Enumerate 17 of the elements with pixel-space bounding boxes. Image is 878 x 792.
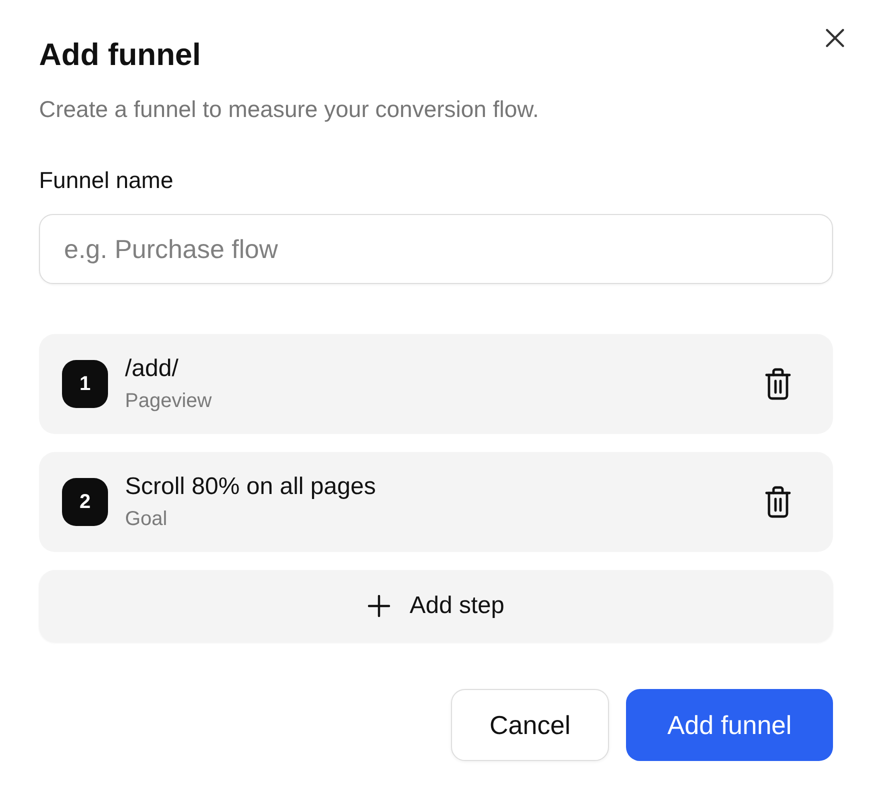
step-name: /add/	[125, 354, 178, 384]
step-number-badge: 1	[62, 360, 108, 408]
field-label: Funnel name	[39, 166, 174, 195]
step-number-badge: 2	[62, 478, 108, 526]
cancel-button[interactable]: Cancel	[451, 689, 609, 761]
step-type: Pageview	[125, 389, 212, 414]
trash-icon[interactable]	[765, 368, 791, 400]
close-icon[interactable]	[824, 27, 846, 49]
add-step-button[interactable]: Add step	[39, 570, 833, 642]
trash-icon[interactable]	[765, 486, 791, 518]
step-type: Goal	[125, 507, 168, 532]
add-funnel-button[interactable]: Add funnel	[626, 689, 833, 761]
plus-icon	[368, 595, 390, 617]
funnel-name-input[interactable]: e.g. Purchase flow	[39, 214, 833, 284]
step-name: Scroll 80% on all pages	[125, 472, 376, 502]
dialog-title: Add funnel	[39, 37, 201, 73]
dialog-description: Create a funnel to measure your conversion flow.	[39, 95, 539, 124]
